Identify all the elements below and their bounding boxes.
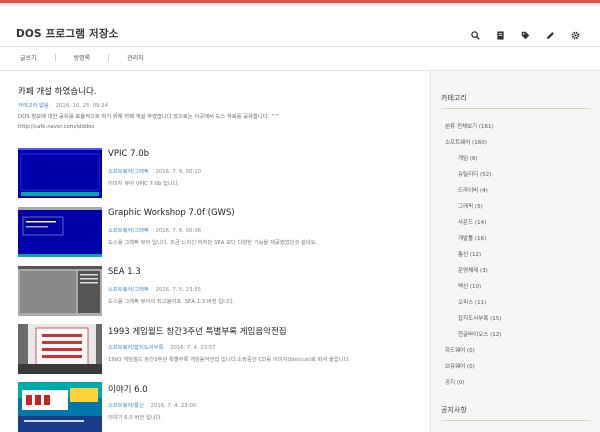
post-title[interactable]: 이야기 6.0	[108, 383, 148, 395]
category-item[interactable]: 드라이버 (4)	[458, 186, 488, 194]
nav-divider	[54, 54, 56, 61]
post-date: 2016. 7. 4. 23:00	[150, 403, 197, 409]
category-item[interactable]: 통신 (12)	[458, 250, 481, 258]
notice-post-meta: 카테고리 없음 2016. 10. 25. 09:24	[18, 101, 108, 109]
sidebar-heading-underline	[441, 108, 591, 109]
category-item[interactable]: 공지 (0)	[445, 378, 465, 386]
post-thumbnail[interactable]	[18, 382, 102, 432]
post-title[interactable]: Graphic Workshop 7.0f (GWS)	[108, 208, 235, 218]
category-item[interactable]: 잡지도서부록 (15)	[458, 314, 501, 322]
post-date: 2016. 7. 6. 00:10	[155, 169, 202, 175]
category-item[interactable]: 운영체제 (3)	[458, 266, 488, 274]
post-meta: 소프트웨어/통신 2016. 7. 4. 23:00	[108, 401, 196, 409]
post-meta: 소프트웨어/그래픽 2016. 7. 6. 00:06	[108, 226, 201, 234]
post-summary: 도스용 그래픽 뷰어 입니다. 조금 느리긴 하지만 SEA 보다 다양한 기능…	[108, 240, 318, 246]
post-item[interactable]: SEA 1.3 소프트웨어/그래픽 2016. 7. 5. 23:55 도스용 …	[18, 266, 418, 316]
post-date: 2016. 7. 4. 23:57	[170, 345, 216, 351]
main-content: 카페 개설 하였습니다. 카테고리 없음 2016. 10. 25. 09:24…	[0, 71, 430, 432]
notice-url[interactable]: http://cafe.naver.com/olddos	[18, 124, 94, 130]
header-icons	[463, 28, 588, 42]
category-item[interactable]: 개발툴 (16)	[458, 234, 486, 242]
category-item[interactable]: 소프트웨어 (160)	[445, 138, 487, 146]
post-date: 2016. 7. 6. 00:06	[155, 228, 202, 234]
post-thumbnail[interactable]	[18, 266, 102, 316]
category-item[interactable]: 그래픽 (5)	[458, 202, 483, 210]
post-summary: 이야기 6.0 버전 입니다.	[108, 415, 163, 421]
nav-guestbook[interactable]: 방명록	[66, 53, 99, 62]
notice-date: 2016. 10. 25. 09:24	[55, 103, 108, 109]
accent-line	[0, 0, 600, 3]
post-date: 2016. 7. 5. 23:55	[155, 287, 202, 293]
nav-admin[interactable]: 관리자	[119, 53, 152, 62]
post-summary: 이미지 뷰어 VPIC 7.0b 입니다.	[108, 181, 180, 187]
post-summary: 도스용 그래픽 뷰어의 최고봉이죠. SEA 1.3 버전 입니다.	[108, 299, 235, 305]
post-summary: 1993 게임월드 창간3주년 특별부록 게임음악전집 입니다.소장중인 CD를…	[108, 357, 351, 363]
category-item[interactable]: 백신 (10)	[458, 282, 481, 290]
post-category-link[interactable]: 소프트웨어/그래픽	[108, 169, 149, 175]
notice-category-link[interactable]: 카테고리 없음	[18, 103, 49, 109]
post-meta: 소프트웨어/그래픽 2016. 7. 5. 23:55	[108, 285, 201, 293]
post-title[interactable]: VPIC 7.0b	[108, 149, 149, 159]
post-item[interactable]: VPIC 7.0b 소프트웨어/그래픽 2016. 7. 6. 00:10 이미…	[18, 148, 418, 198]
header-divider	[0, 46, 600, 47]
category-item[interactable]: 분류 전체보기 (161)	[445, 122, 494, 130]
header: DOS 프로그램 저장소	[0, 6, 600, 46]
category-item[interactable]: 하드웨어 (0)	[445, 346, 475, 354]
category-item[interactable]: 사운드 (14)	[458, 218, 486, 226]
top-nav: 글쓰기 방명록 관리자	[12, 53, 152, 62]
nav-write[interactable]: 글쓰기	[12, 53, 45, 62]
post-category-link[interactable]: 소프트웨어/그래픽	[108, 287, 149, 293]
category-item[interactable]: 한글바이오스 (12)	[458, 330, 501, 338]
post-item[interactable]: Graphic Workshop 7.0f (GWS) 소프트웨어/그래픽 20…	[18, 207, 418, 257]
pencil-icon[interactable]	[538, 28, 563, 42]
post-category-link[interactable]: 소프트웨어/통신	[108, 403, 144, 409]
sidebar-notice-underline	[441, 420, 591, 421]
post-item[interactable]: 1993 게임월드 창간3주년 특별부록 게임음악전집 소프트웨어/잡지도서부록…	[18, 324, 418, 374]
category-item[interactable]: 유틸리티 (52)	[458, 170, 491, 178]
post-category-link[interactable]: 소프트웨어/그래픽	[108, 228, 149, 234]
sidebar-notice-heading: 공지사항	[441, 406, 467, 414]
post-category-link[interactable]: 소프트웨어/잡지도서부록	[108, 345, 163, 351]
category-item[interactable]: 브유웨어 (0)	[445, 362, 475, 370]
gear-icon[interactable]	[563, 28, 588, 42]
search-icon[interactable]	[463, 28, 488, 42]
post-meta: 소프트웨어/그래픽 2016. 7. 6. 00:10	[108, 167, 201, 175]
notice-body: DOS 정보에 대한 공유를 효율적으로 하기 위해 카페 개설 하였습니다.앞…	[18, 114, 280, 120]
post-meta: 소프트웨어/잡지도서부록 2016. 7. 4. 23:57	[108, 343, 216, 351]
category-item[interactable]: 게임 (6)	[458, 154, 478, 162]
notice-post-title[interactable]: 카페 개설 하였습니다.	[18, 85, 97, 97]
post-thumbnail[interactable]	[18, 324, 102, 374]
post-title[interactable]: 1993 게임월드 창간3주년 특별부록 게임음악전집	[108, 325, 287, 337]
post-title[interactable]: SEA 1.3	[108, 267, 141, 277]
sidebar-category-heading: 카테고리	[441, 94, 467, 102]
post-thumbnail[interactable]	[18, 148, 102, 198]
tag-icon[interactable]	[513, 28, 538, 42]
post-thumbnail[interactable]	[18, 207, 102, 257]
nav-divider	[108, 54, 110, 61]
list-icon[interactable]	[488, 28, 513, 42]
site-title[interactable]: DOS 프로그램 저장소	[16, 26, 119, 41]
post-item[interactable]: 이야기 6.0 소프트웨어/통신 2016. 7. 4. 23:00 이야기 6…	[18, 382, 418, 432]
category-item[interactable]: 오피스 (11)	[458, 298, 486, 306]
